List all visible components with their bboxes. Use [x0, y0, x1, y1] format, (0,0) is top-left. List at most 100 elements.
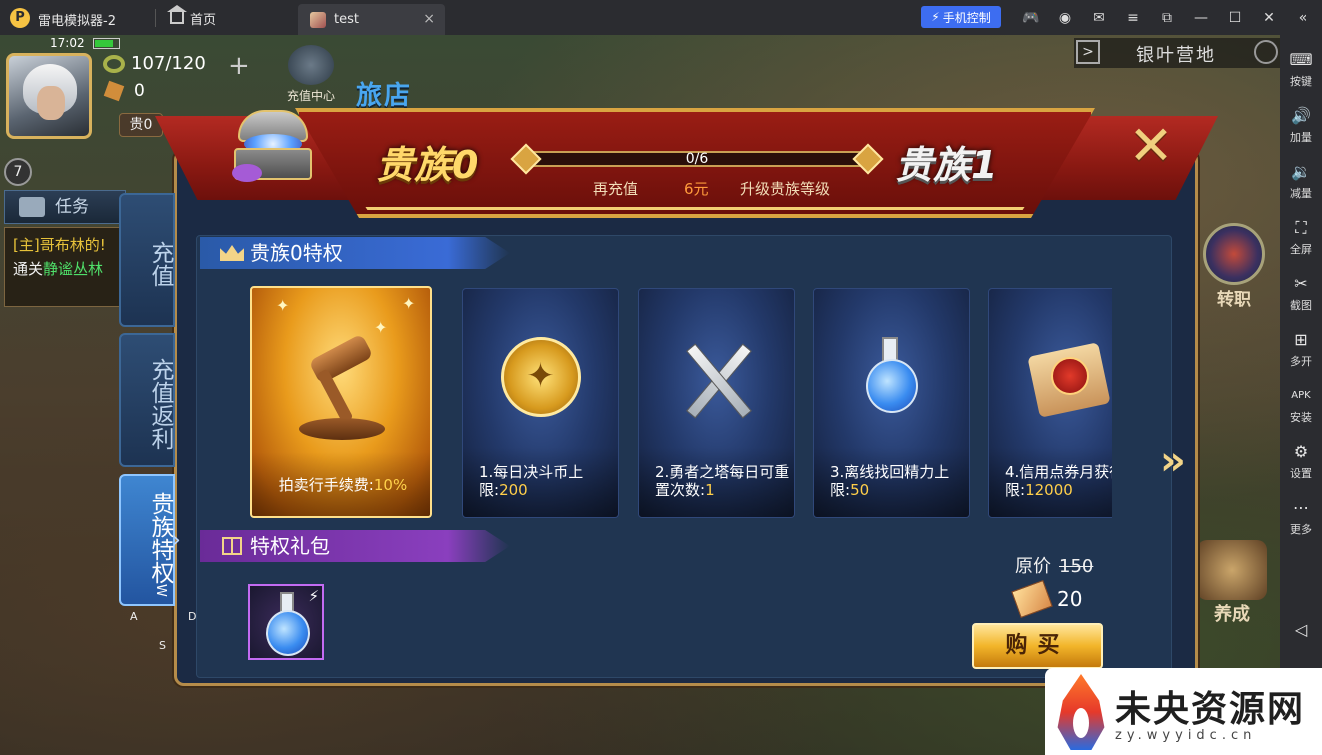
phone-control-label: 手机控制: [942, 10, 991, 25]
minimap-header[interactable]: > 银叶营地: [1074, 38, 1280, 68]
gear-icon: ⚙: [1293, 442, 1309, 461]
maximize-icon[interactable]: ☐: [1218, 10, 1252, 26]
develop-label: 养成: [1214, 604, 1250, 625]
task-desc-place: 静谧丛林: [43, 260, 104, 278]
sidebar-item-install-apk[interactable]: APK 安装: [1280, 386, 1322, 425]
privilege-card-duel-coin[interactable]: 1.每日决斗币上限:200: [462, 288, 619, 518]
add-stamina-button[interactable]: +: [228, 51, 250, 81]
title-bar-controls: 🎮 ◉ ✉ ≡ ⧉ — ☐ ✕ «: [1014, 0, 1320, 35]
task-scroll-icon: [19, 197, 45, 217]
gamepad-icon[interactable]: 🎮: [1014, 10, 1048, 26]
tab-recharge-rebate[interactable]: 充值返利: [119, 333, 175, 467]
recharge-hint-suffix: 升级贵族等级: [740, 180, 831, 198]
gavel-icon: [293, 333, 389, 442]
lightning-icon: ⚡: [308, 587, 319, 605]
watermark-title: 未央资源网: [1115, 689, 1306, 730]
active-tab-pointer-icon: ›: [172, 528, 181, 553]
tab-noble-privilege-label: 贵族特权: [147, 491, 173, 584]
avatar-face: [37, 86, 65, 120]
bond-value: 0: [134, 81, 145, 101]
emulator-window: P 雷电模拟器-2 首页 test × ⚡ 手机控制 🎮 ◉ ✉ ≡ ⧉ — ☐…: [0, 0, 1322, 755]
noble-progress-bar: 0/6: [505, 143, 889, 175]
phone-control-button[interactable]: ⚡ 手机控制: [921, 6, 1001, 28]
tab-recharge-rebate-label: 充值返利: [147, 358, 173, 450]
task-tracker[interactable]: [主]哥布林的! 通关静谧丛林: [4, 227, 126, 307]
player-level: 7: [4, 158, 32, 186]
tab-noble-privilege[interactable]: 贵族特权W: [119, 474, 175, 606]
recharge-center-button[interactable]: 充值中心: [280, 45, 342, 104]
tab-close-icon[interactable]: ×: [423, 11, 435, 27]
dialog-close-button[interactable]: ✕: [1125, 119, 1177, 173]
chest-purple-gem: [232, 164, 262, 182]
avatar[interactable]: [6, 53, 92, 139]
privilege-card-hero-tower[interactable]: 2.勇者之塔每日可重置次数:1: [638, 288, 795, 518]
task-tab[interactable]: 任务: [4, 190, 126, 224]
tab-game[interactable]: test ×: [298, 4, 445, 35]
develop-button[interactable]: 养成: [1192, 540, 1272, 626]
potion-icon: [852, 337, 932, 417]
job-transfer-button[interactable]: 转职: [1198, 223, 1270, 313]
privilege-card-credit-voucher[interactable]: 4.信用点券月获得上限:12000: [988, 288, 1112, 518]
restore-icon[interactable]: ⧉: [1150, 10, 1184, 26]
sidebar-item-more[interactable]: ⋯ 更多: [1280, 498, 1322, 537]
sidebar-item-volume-up[interactable]: 🔊 加量: [1280, 106, 1322, 145]
sidebar-item-multi-instance[interactable]: ⊞ 多开: [1280, 330, 1322, 369]
current-noble-level: 贵族0: [376, 143, 479, 187]
key-hint-s: S: [159, 639, 166, 652]
mail-icon[interactable]: ✉: [1082, 10, 1116, 26]
privilege-desc: 4.信用点券月获得上限:12000: [1005, 463, 1112, 499]
privilege-label: 1.每日决斗币上限:: [479, 463, 584, 499]
duel-coin-icon: [500, 337, 581, 417]
privilege-label: 2.勇者之塔每日可重置次数:: [655, 463, 790, 499]
sidebar-item-keymap[interactable]: ⌨ 按键: [1280, 50, 1322, 89]
carousel-next-icon[interactable]: »: [1160, 438, 1186, 484]
fullscreen-icon: ⛶: [1295, 218, 1307, 237]
privilege-carousel[interactable]: ✦ ✦ ✦ 拍卖行手续费:10% 1.每日决斗币上限:200 2.勇者之塔每日可…: [250, 286, 1112, 520]
privilege-desc: 3.离线找回精力上限:50: [830, 463, 969, 499]
privilege-value: 200: [499, 481, 528, 499]
crossed-swords-icon: [677, 337, 757, 417]
job-transfer-icon: [1203, 223, 1265, 285]
buy-button[interactable]: 购买: [972, 623, 1103, 669]
tab-home[interactable]: 首页: [164, 5, 222, 29]
sidebar-item-volume-down[interactable]: 🔉 减量: [1280, 162, 1322, 201]
minimize-icon[interactable]: —: [1184, 10, 1218, 26]
map-expand-icon[interactable]: >: [1076, 40, 1100, 64]
privilege-value: 50: [850, 481, 870, 499]
sparkle-icon: ✦: [402, 294, 416, 313]
collapse-icon[interactable]: «: [1286, 10, 1320, 26]
menu-icon[interactable]: ≡: [1116, 10, 1150, 26]
privilege-desc: 拍卖行手续费:10%: [252, 476, 430, 494]
key-hint-a: A: [130, 610, 138, 623]
back-button[interactable]: ◁: [1280, 620, 1322, 640]
sidebar-item-screenshot[interactable]: ✂ 截图: [1280, 274, 1322, 313]
gift-section-title: 特权礼包: [250, 534, 330, 558]
map-toggle-icon[interactable]: [1254, 40, 1278, 64]
recharge-hint-amount: 6元: [684, 180, 709, 198]
scroll-icon: [1026, 337, 1111, 418]
original-price: 原价 150: [1015, 552, 1093, 578]
privilege-label: 3.离线找回精力上限:: [830, 463, 950, 499]
tab-home-label: 首页: [190, 12, 217, 28]
stamina-display: 107/120: [103, 53, 206, 74]
close-icon[interactable]: ✕: [1252, 10, 1286, 26]
treasure-chest-icon: [232, 106, 314, 182]
recharge-center-icon: [288, 45, 334, 85]
sidebar-item-label: 多开: [1290, 355, 1312, 368]
map-name: 银叶营地: [1136, 45, 1216, 66]
task-title: [主]哥布林的!: [13, 236, 106, 254]
emulator-logo-icon: P: [10, 8, 30, 28]
gift-item-slot[interactable]: ⚡: [248, 584, 324, 660]
privilege-card-auction[interactable]: ✦ ✦ ✦ 拍卖行手续费:10%: [250, 286, 432, 518]
more-icon: ⋯: [1293, 498, 1309, 517]
sidebar-item-label: 加量: [1290, 131, 1312, 144]
battery-fill: [95, 40, 113, 47]
title-bar: P 雷电模拟器-2 首页 test × ⚡ 手机控制 🎮 ◉ ✉ ≡ ⧉ — ☐…: [0, 0, 1322, 35]
keyboard-icon: ⌨: [1289, 50, 1313, 69]
user-icon[interactable]: ◉: [1048, 10, 1082, 26]
sidebar-item-settings[interactable]: ⚙ 设置: [1280, 442, 1322, 481]
sidebar-item-fullscreen[interactable]: ⛶ 全屏: [1280, 218, 1322, 257]
volume-up-icon: 🔊: [1291, 106, 1311, 125]
crown-icon: [220, 245, 244, 261]
privilege-card-offline-energy[interactable]: 3.离线找回精力上限:50: [813, 288, 970, 518]
